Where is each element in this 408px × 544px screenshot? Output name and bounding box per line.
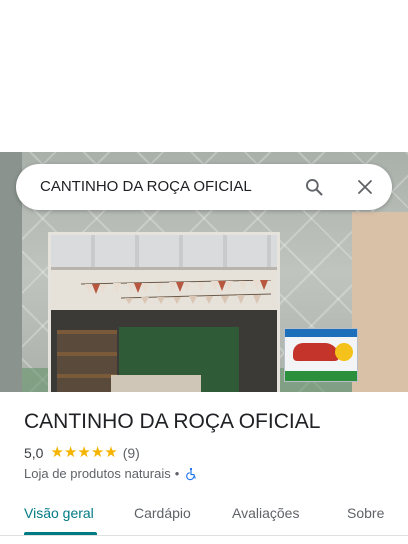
tabs-divider bbox=[0, 535, 408, 536]
search-query-text[interactable]: CANTINHO DA ROÇA OFICIAL bbox=[40, 164, 252, 210]
category-row: Loja de produtos naturais • bbox=[24, 466, 198, 481]
rating-row[interactable]: 5,0 ★ ★ ★ ★ ★ (9) bbox=[24, 445, 140, 461]
search-button[interactable] bbox=[299, 172, 329, 202]
place-category[interactable]: Loja de produtos naturais bbox=[24, 466, 171, 481]
rolled-shutter bbox=[51, 235, 277, 270]
festa-bunting bbox=[81, 280, 271, 304]
star-icon: ★ bbox=[104, 444, 118, 461]
tab-visao-geral[interactable]: Visão geral bbox=[24, 492, 94, 536]
star-rating: ★ ★ ★ ★ ★ bbox=[50, 444, 118, 461]
tab-avaliacoes[interactable]: Avaliações bbox=[232, 492, 299, 536]
search-icon bbox=[306, 179, 323, 196]
close-icon bbox=[358, 180, 372, 194]
separator-dot: • bbox=[174, 466, 180, 481]
right-wall bbox=[352, 212, 408, 392]
place-title: CANTINHO DA ROÇA OFICIAL bbox=[24, 410, 321, 433]
star-icon: ★ bbox=[63, 444, 78, 461]
tab-sobre[interactable]: Sobre bbox=[347, 492, 384, 536]
place-tabs: Visão geral Cardápio Avaliações Sobre bbox=[0, 492, 408, 536]
clear-search-button[interactable] bbox=[350, 172, 380, 202]
car-image bbox=[293, 343, 339, 361]
search-bar[interactable]: CANTINHO DA ROÇA OFICIAL bbox=[16, 164, 392, 210]
review-count[interactable]: (9) bbox=[123, 445, 140, 461]
product-shelf bbox=[57, 330, 117, 392]
star-icon: ★ bbox=[90, 444, 105, 461]
store-counter bbox=[111, 375, 201, 392]
rating-value: 5,0 bbox=[24, 445, 44, 461]
store-entrance bbox=[48, 232, 280, 392]
star-icon: ★ bbox=[50, 444, 64, 461]
wheelchair-accessible-icon bbox=[186, 467, 196, 480]
star-icon: ★ bbox=[77, 444, 91, 461]
tab-cardapio[interactable]: Cardápio bbox=[134, 492, 191, 536]
blank-header-area bbox=[0, 0, 408, 152]
promo-poster bbox=[284, 328, 358, 382]
